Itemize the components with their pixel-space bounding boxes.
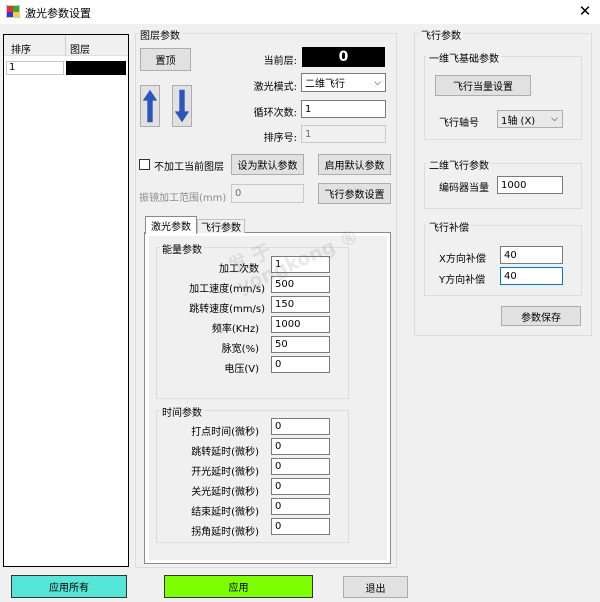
- layer-params-title: 图层参数: [138, 27, 182, 42]
- energy-label-pulse: 脉宽(%): [221, 344, 259, 355]
- enable-default-button[interactable]: 启用默认参数: [318, 154, 391, 175]
- laser-mode-value: 二维飞行: [305, 79, 345, 90]
- chevron-down-icon: ⌵: [374, 77, 381, 88]
- energy-label-voltage: 电压(V): [224, 364, 259, 375]
- timing-input-corner[interactable]: 0: [271, 518, 330, 535]
- x-comp-input[interactable]: 40: [500, 246, 563, 264]
- set-default-button[interactable]: 设为默认参数: [231, 154, 304, 175]
- timing-input-end[interactable]: 0: [271, 498, 330, 515]
- chevron-down-icon: ⌵: [551, 114, 558, 124]
- arrow-down-icon[interactable]: [172, 85, 192, 127]
- timing-label-dot: 打点时间(微秒): [191, 427, 259, 438]
- y-comp-label: Y方向补偿: [439, 275, 486, 286]
- flight-comp-title: 飞行补偿: [427, 219, 471, 234]
- laser-mode-select[interactable]: 二维飞行 ⌵: [301, 73, 386, 92]
- row-layer-color-cell: [66, 61, 126, 75]
- timing-input-off[interactable]: 0: [271, 478, 330, 495]
- timing-label-jump: 跳转延时(微秒): [191, 447, 259, 458]
- skip-layer-checkbox[interactable]: [139, 159, 150, 170]
- flight-equiv-button[interactable]: 飞行当量设置: [435, 75, 531, 96]
- energy-label-frequency: 频率(KHz): [211, 324, 259, 335]
- timing-label-on: 开光延时(微秒): [191, 467, 259, 478]
- tab-laser[interactable]: 激光参数: [145, 216, 197, 234]
- energy-input-voltage[interactable]: 0: [271, 356, 330, 373]
- layer-table[interactable]: 排序 图层 1: [3, 34, 129, 567]
- loop-count-label: 循环次数:: [253, 108, 297, 119]
- header-divider: [65, 35, 66, 56]
- tab-fly[interactable]: 飞行参数: [197, 219, 245, 234]
- header-layer[interactable]: 图层: [70, 41, 90, 56]
- y-comp-input[interactable]: 40: [500, 267, 563, 285]
- flight-2d-title: 二维飞行参数: [427, 157, 491, 172]
- flight-axis-value: 1轴 (X): [501, 115, 536, 127]
- sort-no-label: 排序号:: [263, 133, 297, 144]
- laser-mode-label: 激光模式:: [253, 82, 297, 93]
- top-button[interactable]: 置顶: [140, 48, 191, 71]
- skip-layer-label[interactable]: 不加工当前图层: [154, 158, 224, 173]
- sort-no-input[interactable]: 1: [301, 125, 386, 143]
- timing-input-on[interactable]: 0: [271, 458, 330, 475]
- timing-title: 时间参数: [160, 404, 204, 419]
- exit-button[interactable]: 退出: [343, 576, 408, 598]
- encoder-input[interactable]: 1000: [497, 176, 563, 194]
- energy-input-jump-speed[interactable]: 150: [271, 296, 330, 313]
- table-row[interactable]: 1: [4, 60, 128, 76]
- energy-title: 能量参数: [160, 241, 204, 256]
- flight-axis-select[interactable]: 1轴 (X) ⌵: [497, 110, 563, 128]
- energy-input-pulse[interactable]: 50: [271, 336, 330, 353]
- current-layer-label: 当前层:: [263, 56, 297, 67]
- timing-label-end: 结束延时(微秒): [191, 507, 259, 518]
- flight-basic-title: 一维飞基础参数: [427, 50, 501, 65]
- app-icon: [6, 5, 20, 18]
- encoder-label: 编码器当量: [439, 183, 489, 194]
- galvo-range-input[interactable]: 0: [231, 184, 304, 203]
- timing-input-dot[interactable]: 0: [271, 418, 330, 435]
- timing-label-off: 关光延时(微秒): [191, 487, 259, 498]
- close-icon[interactable]: ✕: [577, 3, 593, 19]
- window-title: 激光参数设置: [25, 7, 91, 20]
- apply-button[interactable]: 应用: [164, 575, 313, 598]
- x-comp-label: X方向补偿: [439, 254, 486, 265]
- current-layer-value: 0: [302, 47, 385, 67]
- arrow-up-icon[interactable]: [140, 85, 160, 127]
- loop-count-input[interactable]: 1: [301, 100, 386, 118]
- galvo-range-label: 振镜加工范围(mm): [139, 193, 227, 204]
- flight-title: 飞行参数: [419, 27, 463, 42]
- timing-label-corner: 拐角延时(微秒): [191, 527, 259, 538]
- param-save-button[interactable]: 参数保存: [501, 306, 581, 326]
- timing-input-jump[interactable]: 0: [271, 438, 330, 455]
- header-order[interactable]: 排序: [11, 41, 31, 56]
- apply-all-button[interactable]: 应用所有: [11, 575, 127, 598]
- energy-input-frequency[interactable]: 1000: [271, 316, 330, 333]
- flight-axis-label: 飞行轴号: [439, 118, 479, 129]
- energy-label-jump-speed: 跳转速度(mm/s): [189, 304, 265, 315]
- row-order-cell: 1: [6, 61, 64, 75]
